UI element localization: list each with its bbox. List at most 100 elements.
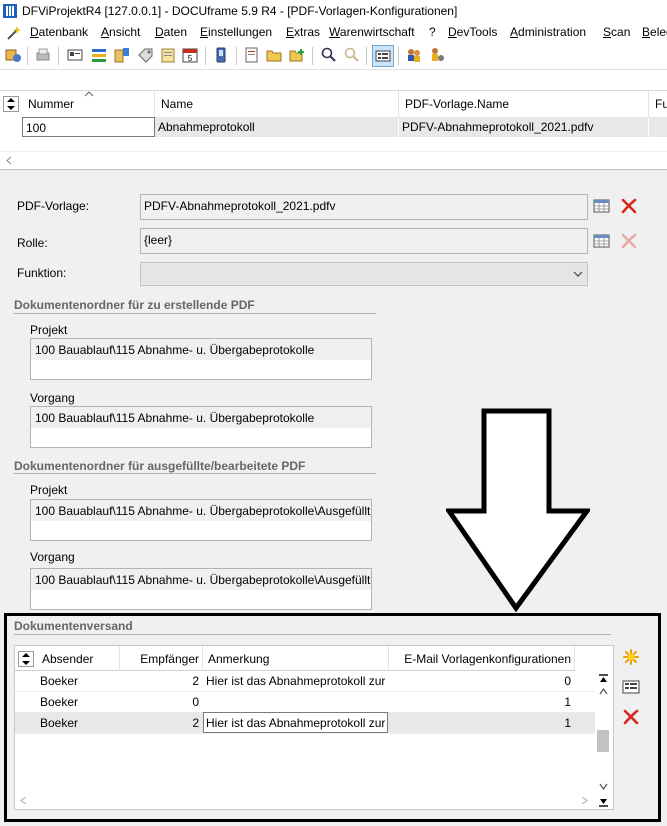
document-icon[interactable] — [243, 46, 261, 64]
grid-vertical-scrollbar[interactable] — [595, 670, 611, 807]
cell-text: 1 — [564, 695, 571, 709]
tag-icon[interactable] — [136, 46, 154, 64]
filled-vorgang-folder-box[interactable]: 100 Bauablauf\115 Abnahme- u. Übergabepr… — [30, 568, 372, 610]
folder-add-icon[interactable] — [288, 46, 306, 64]
cell-text: 2 — [192, 716, 199, 730]
clear-x-icon[interactable] — [620, 197, 638, 215]
menu-extras[interactable]: Extras — [286, 25, 320, 39]
users-icon[interactable] — [405, 46, 423, 64]
cell-text: 1 — [564, 716, 571, 730]
cell-absender[interactable]: Boeker — [37, 670, 119, 691]
search-strip[interactable] — [0, 70, 667, 91]
phone-icon[interactable] — [212, 46, 230, 64]
cell-email[interactable]: 1 — [389, 712, 574, 733]
column-header-anmerkung[interactable]: Anmerkung — [203, 646, 389, 671]
form-view-toggle[interactable] — [372, 45, 394, 67]
vorgang-label: Vorgang — [30, 391, 75, 405]
cell-anmerkung[interactable] — [203, 691, 388, 712]
cell-empfaenger[interactable]: 2 — [120, 712, 202, 733]
menu-devtools[interactable]: DevTools — [448, 25, 497, 39]
menu-warenwirtschaft[interactable]: Warenwirtschaft — [329, 25, 415, 39]
db-user-icon[interactable] — [4, 46, 22, 64]
grid-corner[interactable] — [15, 646, 38, 671]
grid-horizontal-scrollbar[interactable] — [15, 792, 595, 808]
select-table-icon[interactable] — [593, 232, 611, 250]
scroll-top-icon[interactable] — [599, 674, 608, 684]
menu-daten[interactable]: Daten — [155, 25, 187, 39]
calendar-icon[interactable]: 5 — [181, 46, 199, 64]
create-projekt-folder-box[interactable]: 100 Bauablauf\115 Abnahme- u. Übergabepr… — [30, 338, 372, 380]
scroll-down-icon[interactable] — [599, 783, 608, 790]
rolle-field[interactable]: {leer} — [140, 228, 588, 254]
list-color-icon[interactable] — [90, 46, 108, 64]
cell-name[interactable]: Abnahmeprotokoll — [155, 117, 398, 137]
scroll-left-icon[interactable] — [20, 796, 27, 805]
cell-text: 0 — [564, 674, 571, 688]
column-header-email-vorlagen[interactable]: E-Mail Vorlagenkonfigurationen — [389, 646, 575, 671]
row-selector[interactable] — [0, 117, 22, 137]
column-header-absender[interactable]: Absender — [37, 646, 120, 671]
cell-fu[interactable] — [649, 117, 667, 137]
cell-email[interactable]: 1 — [389, 691, 574, 712]
table-row[interactable]: Boeker 2 Hier ist das Abnahmeprotokoll z… — [15, 670, 597, 692]
select-table-icon[interactable] — [593, 197, 611, 215]
cell-anmerkung-editing[interactable]: Hier ist das Abnahmeprotokoll zur — [203, 712, 388, 733]
scroll-left-icon[interactable] — [5, 156, 13, 165]
notes-icon[interactable] — [159, 46, 177, 64]
scroll-up-icon[interactable] — [599, 688, 608, 695]
rolle-value: {leer} — [144, 233, 173, 247]
menu-administration[interactable]: Administration — [510, 25, 586, 39]
delete-x-icon[interactable] — [622, 708, 640, 726]
column-header-name[interactable]: Name — [155, 91, 399, 118]
menu-datenbank[interactable]: Datenbank — [30, 25, 88, 39]
cell-pdf-vorlage[interactable]: PDFV-Abnahmeprotokoll_2021.pdfv — [399, 117, 648, 137]
table-row-selected[interactable]: Boeker 2 Hier ist das Abnahmeprotokoll z… — [15, 712, 597, 734]
scroll-thumb[interactable] — [597, 730, 609, 752]
chevron-down-icon — [573, 271, 583, 277]
table-row[interactable]: Boeker 0 1 — [15, 691, 597, 713]
grid-horizontal-scrollbar[interactable] — [0, 151, 667, 169]
cell-nummer[interactable]: 100 — [22, 117, 155, 137]
column-header-label: E-Mail Vorlagenkonfigurationen — [404, 652, 571, 666]
cell-email[interactable]: 0 — [389, 670, 574, 691]
column-header-label: PDF-Vorlage.Name — [405, 97, 510, 111]
menu-beleg[interactable]: Beleg — [642, 25, 667, 39]
scroll-right-icon[interactable] — [581, 796, 588, 805]
filled-projekt-folder-box[interactable]: 100 Bauablauf\115 Abnahme- u. Übergabepr… — [30, 499, 372, 541]
filled-vorgang-folder-value: 100 Bauablauf\115 Abnahme- u. Übergabepr… — [35, 573, 371, 587]
sort-order-icon[interactable] — [3, 96, 19, 112]
table-row[interactable]: 100 Abnahmeprotokoll PDFV-Abnahmeprotoko… — [0, 117, 667, 137]
search-disabled-icon[interactable] — [342, 46, 360, 64]
cell-anmerkung[interactable]: Hier ist das Abnahmeprotokoll zur — [203, 670, 388, 691]
scroll-bottom-icon[interactable] — [599, 797, 608, 807]
folder-open-icon[interactable] — [265, 46, 283, 64]
cell-text: Abnahmeprotokoll — [158, 120, 255, 134]
column-header-pdf-vorlage-name[interactable]: PDF-Vorlage.Name — [399, 91, 649, 118]
grid-corner[interactable] — [0, 91, 23, 118]
search-icon[interactable] — [319, 46, 337, 64]
wand-icon[interactable] — [6, 25, 22, 41]
form-view-icon[interactable] — [622, 678, 640, 696]
menu-help[interactable]: ? — [429, 25, 436, 39]
menu-scan[interactable]: Scan — [603, 25, 630, 39]
user-settings-icon[interactable] — [428, 46, 446, 64]
pdf-vorlage-field[interactable]: PDFV-Abnahmeprotokoll_2021.pdfv — [140, 194, 588, 220]
projekt-label: Projekt — [30, 483, 68, 497]
cell-empfaenger[interactable]: 0 — [120, 691, 202, 712]
column-header-empfaenger[interactable]: Empfänger — [120, 646, 203, 671]
column-header-nummer[interactable]: Nummer — [22, 91, 155, 118]
new-star-icon[interactable] — [622, 648, 640, 666]
print-icon[interactable] — [34, 46, 52, 64]
menu-ansicht[interactable]: Ansicht — [101, 25, 140, 39]
card-icon[interactable] — [66, 46, 84, 64]
menu-einstellungen[interactable]: Einstellungen — [200, 25, 272, 39]
clear-x-disabled-icon[interactable] — [620, 232, 638, 250]
cell-absender[interactable]: Boeker — [37, 712, 119, 733]
cell-absender[interactable]: Boeker — [37, 691, 119, 712]
funktion-dropdown[interactable] — [140, 262, 588, 286]
create-vorgang-folder-box[interactable]: 100 Bauablauf\115 Abnahme- u. Übergabepr… — [30, 406, 372, 448]
sort-order-icon[interactable] — [18, 651, 34, 667]
folder-tree-icon[interactable] — [113, 46, 131, 64]
column-header-fu[interactable]: Fu — [649, 91, 667, 118]
cell-empfaenger[interactable]: 2 — [120, 670, 202, 691]
